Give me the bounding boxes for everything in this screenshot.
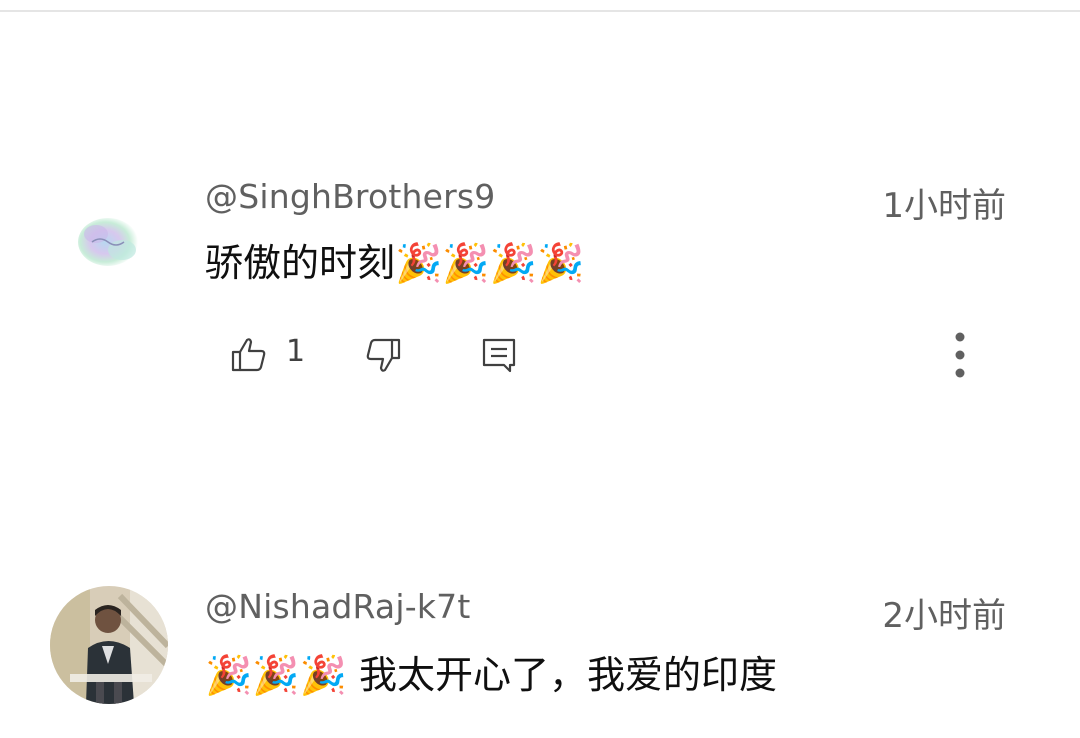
avatar[interactable]	[50, 586, 168, 704]
comment-text: 🎉🎉🎉 我太开心了，我爱的印度	[205, 644, 777, 699]
comment-actions: 1	[0, 330, 1080, 380]
like-count: 1	[286, 334, 306, 369]
comment-text-body: 骄傲的时刻	[205, 241, 396, 285]
comment-item: @SinghBrothers9 1小时前 骄傲的时刻🎉🎉🎉🎉 1	[0, 168, 1080, 398]
reply-button[interactable]	[474, 330, 524, 380]
party-popper-emojis: 🎉🎉🎉🎉	[395, 241, 585, 285]
watercolor-logo-avatar-icon	[72, 204, 148, 280]
person-photo-avatar-icon	[50, 586, 168, 704]
more-options-button[interactable]	[936, 324, 984, 386]
comment-text-body: 我太开心了，我爱的印度	[346, 653, 778, 697]
comments-page: @SinghBrothers9 1小时前 骄傲的时刻🎉🎉🎉🎉 1 @Nishad…	[0, 0, 1080, 738]
comment-text: 骄傲的时刻🎉🎉🎉🎉	[205, 232, 584, 287]
comment-author[interactable]: @NishadRaj-k7t	[205, 587, 470, 626]
reply-icon	[482, 338, 516, 373]
more-vert-icon	[955, 332, 965, 378]
comment-author[interactable]: @SinghBrothers9	[205, 177, 495, 216]
comment-item: @NishadRaj-k7t 2小时前 🎉🎉🎉 我太开心了，我爱的印度	[0, 578, 1080, 738]
dislike-button[interactable]	[358, 330, 408, 380]
top-divider	[0, 0, 1080, 12]
party-popper-emojis: 🎉🎉🎉	[205, 653, 347, 697]
comment-timestamp: 2小时前	[882, 596, 1006, 636]
like-button[interactable]	[224, 330, 274, 380]
thumbs-down-icon	[366, 338, 401, 372]
thumbs-up-icon	[231, 338, 266, 372]
avatar[interactable]	[72, 204, 148, 280]
comment-timestamp: 1小时前	[882, 186, 1006, 226]
